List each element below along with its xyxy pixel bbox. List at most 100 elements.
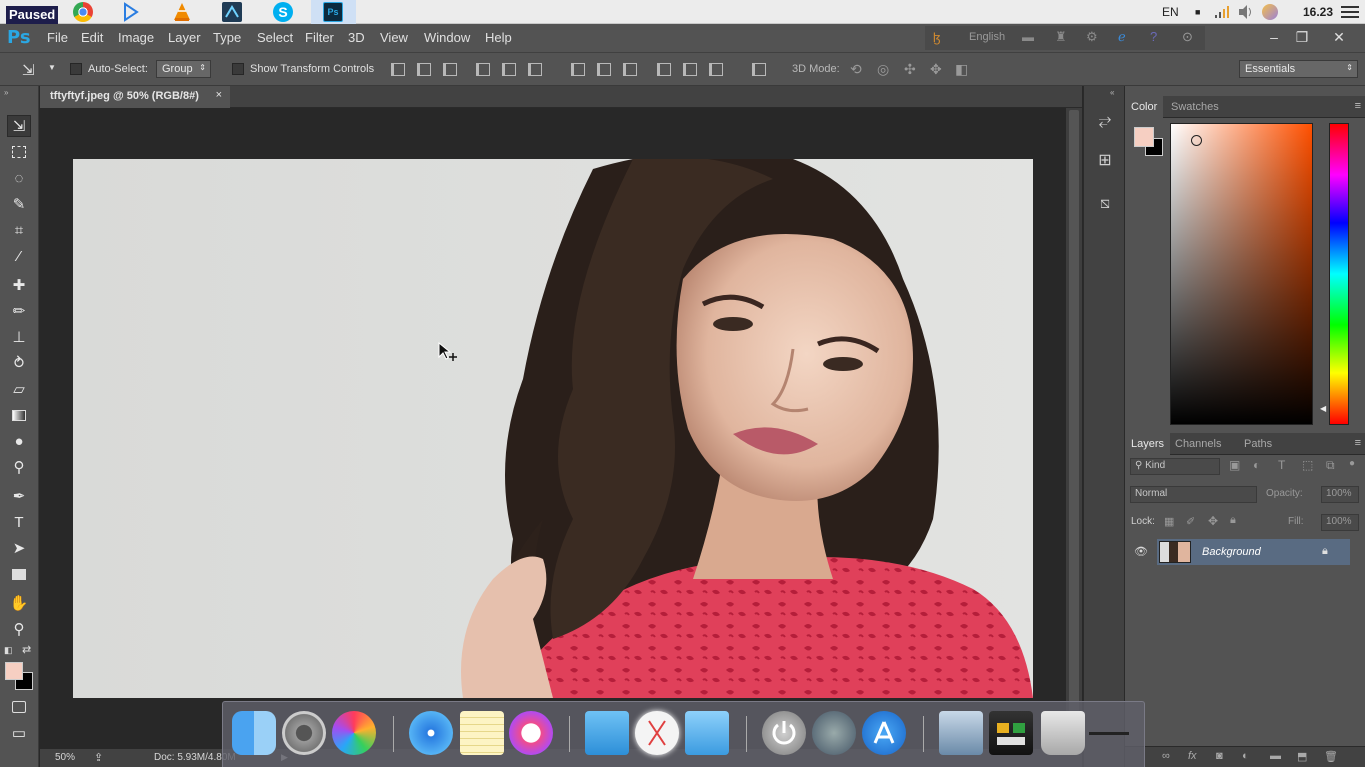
- power-icon[interactable]: [762, 711, 806, 755]
- type-tool-icon[interactable]: T: [7, 511, 31, 533]
- menu-file[interactable]: File: [47, 30, 68, 45]
- menu-layer[interactable]: Layer: [168, 30, 201, 45]
- ime-icon[interactable]: ɮ: [933, 30, 940, 45]
- clone-stamp-tool-icon[interactable]: ⊥: [7, 326, 31, 348]
- menu-edit[interactable]: Edit: [81, 30, 103, 45]
- options-circle-icon[interactable]: ⊙: [1182, 29, 1193, 45]
- tab-layers[interactable]: Layers: [1125, 433, 1171, 455]
- share-icon[interactable]: ⇪: [94, 751, 103, 764]
- distribute-top-icon[interactable]: [571, 63, 585, 76]
- opacity-input[interactable]: 100%: [1321, 486, 1359, 503]
- color-spectrum-field[interactable]: [1170, 123, 1313, 425]
- 3d-roll-icon[interactable]: ◎: [877, 61, 889, 78]
- new-layer-icon[interactable]: ⬒: [1297, 750, 1307, 763]
- panel-menu-icon[interactable]: ≡: [1355, 100, 1361, 112]
- battery-status-icon[interactable]: [1262, 4, 1278, 20]
- layer-row-background[interactable]: 👁︎ Background 🔒︎: [1125, 539, 1365, 565]
- quick-select-tool-icon[interactable]: ✎: [7, 193, 31, 215]
- workspace-dropdown[interactable]: Essentials ⇕: [1239, 60, 1358, 78]
- trash-icon[interactable]: [1041, 711, 1085, 755]
- photoshop-taskbar-icon[interactable]: Ps: [323, 2, 343, 22]
- auto-select-checkbox[interactable]: [70, 63, 82, 75]
- itunes-icon[interactable]: [509, 711, 553, 755]
- 3d-pan-icon[interactable]: ✣: [904, 61, 916, 78]
- link-layers-icon[interactable]: ∞: [1162, 750, 1170, 762]
- align-left-icon[interactable]: [476, 63, 490, 76]
- auto-align-icon[interactable]: [752, 63, 766, 76]
- move-tool-icon[interactable]: ⇲: [7, 115, 31, 137]
- help-circle-icon[interactable]: ?: [1150, 29, 1157, 44]
- collapse-arrows-icon[interactable]: »: [4, 88, 8, 97]
- align-vcenter-icon[interactable]: [417, 63, 431, 76]
- blend-mode-dropdown[interactable]: Normal: [1130, 486, 1257, 503]
- collapse-arrows-icon[interactable]: «: [1110, 88, 1114, 97]
- align-bottom-icon[interactable]: [443, 63, 457, 76]
- image-canvas[interactable]: [73, 159, 1033, 698]
- 3d-slide-icon[interactable]: ✥: [930, 61, 942, 78]
- launchpad-icon[interactable]: [812, 711, 856, 755]
- menu-type[interactable]: Type: [213, 30, 241, 45]
- chevron-down-icon[interactable]: ▼: [48, 63, 56, 72]
- path-select-tool-icon[interactable]: ➤: [7, 537, 31, 559]
- align-right-icon[interactable]: [528, 63, 542, 76]
- menu-view[interactable]: View: [380, 30, 408, 45]
- filter-pixel-icon[interactable]: ▣: [1229, 458, 1240, 472]
- eraser-tool-icon[interactable]: ▱: [7, 378, 31, 400]
- new-group-icon[interactable]: ▬: [1270, 750, 1281, 762]
- lasso-tool-icon[interactable]: ◌: [7, 167, 31, 189]
- 3d-scale-icon[interactable]: ◧: [955, 61, 968, 78]
- quick-mask-icon[interactable]: [7, 696, 31, 718]
- layer-mask-icon[interactable]: ◙: [1216, 750, 1223, 762]
- browser-icon[interactable]: ℯ: [1118, 29, 1126, 45]
- pen-tool-icon[interactable]: ✒: [7, 485, 31, 507]
- adjustments-panel-icon[interactable]: ⧅: [1091, 191, 1119, 217]
- wifi-signal-icon[interactable]: [1214, 5, 1230, 22]
- vlc-icon[interactable]: [172, 2, 192, 22]
- distribute-right-icon[interactable]: [709, 63, 723, 76]
- chrome-icon[interactable]: [73, 2, 93, 22]
- menu-filter[interactable]: Filter: [305, 30, 334, 45]
- close-tab-icon[interactable]: ×: [216, 89, 222, 101]
- layer-style-icon[interactable]: fx: [1188, 750, 1197, 762]
- 3d-rotate-icon[interactable]: ⟲: [850, 61, 862, 78]
- zoom-level[interactable]: 50%: [55, 752, 75, 763]
- photo-booth-icon[interactable]: [989, 711, 1033, 755]
- lang-tool-icon[interactable]: ♜: [1055, 29, 1067, 45]
- zoom-tool-icon[interactable]: ⚲: [7, 618, 31, 640]
- filter-shape-icon[interactable]: ⬚: [1302, 458, 1313, 472]
- scrollbar-thumb[interactable]: [1069, 110, 1079, 746]
- color-panel-foreground-swatch[interactable]: [1134, 127, 1154, 147]
- menu-window[interactable]: Window: [424, 30, 470, 45]
- tab-channels[interactable]: Channels: [1169, 433, 1227, 455]
- tab-paths[interactable]: Paths: [1238, 433, 1278, 455]
- history-brush-tool-icon[interactable]: ⥁: [7, 352, 31, 374]
- brush-tool-icon[interactable]: ✏: [7, 300, 31, 322]
- clock[interactable]: 16.23: [1303, 5, 1333, 19]
- default-colors-icon[interactable]: ◧: [4, 645, 13, 656]
- hamburger-menu-icon[interactable]: [1341, 5, 1359, 22]
- foreground-color-swatch[interactable]: [5, 662, 23, 680]
- filter-type-icon[interactable]: T: [1278, 458, 1285, 472]
- settings-gear-icon[interactable]: ⚙: [1086, 29, 1098, 45]
- vertical-scrollbar[interactable]: [1066, 108, 1082, 749]
- swap-colors-icon[interactable]: ⇄: [22, 643, 31, 656]
- hue-slider-arrow-icon[interactable]: ◀: [1320, 404, 1326, 413]
- screen-mode-icon[interactable]: ▭: [7, 722, 31, 744]
- rectangle-tool-icon[interactable]: [7, 563, 31, 585]
- visibility-eye-icon[interactable]: 👁︎: [1134, 545, 1148, 558]
- folder-icon[interactable]: [585, 711, 629, 755]
- properties-panel-icon[interactable]: ⊞: [1091, 148, 1119, 174]
- skype-icon[interactable]: S: [273, 2, 293, 22]
- finder-icon[interactable]: [232, 711, 276, 755]
- distribute-left-icon[interactable]: [657, 63, 671, 76]
- align-hcenter-icon[interactable]: [502, 63, 516, 76]
- system-preferences-icon[interactable]: [282, 711, 326, 755]
- panel-menu-icon[interactable]: ≡: [1355, 437, 1361, 449]
- move-tool-preset-icon[interactable]: ⇲: [22, 61, 35, 79]
- restore-button[interactable]: ❐: [1289, 28, 1315, 46]
- media-player-icon[interactable]: [120, 2, 140, 22]
- menu-image[interactable]: Image: [118, 30, 154, 45]
- app-store-icon[interactable]: [862, 711, 906, 755]
- tab-color[interactable]: Color: [1125, 96, 1164, 118]
- color-picker-handle[interactable]: [1191, 135, 1202, 146]
